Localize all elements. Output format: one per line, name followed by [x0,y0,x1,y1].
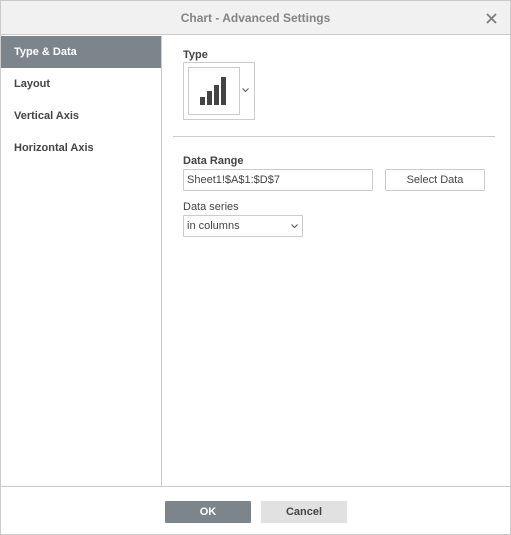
select-data-button[interactable]: Select Data [385,169,485,191]
ok-button[interactable]: OK [165,501,251,523]
dialog-titlebar: Chart - Advanced Settings [1,1,510,35]
sidebar-item-type-data[interactable]: Type & Data [1,36,161,68]
data-range-input[interactable] [183,169,373,191]
chart-type-preview [188,67,240,115]
close-icon[interactable] [481,8,501,28]
chevron-down-icon [242,88,249,93]
data-series-value: in columns [187,220,240,232]
sidebar-item-horizontal-axis[interactable]: Horizontal Axis [1,132,161,164]
data-series-label: Data series [183,201,239,213]
type-label: Type [183,49,208,61]
settings-panel: Type Data Range Select Data Data series … [163,36,510,486]
dialog-footer: OK Cancel [1,486,510,534]
sidebar-item-vertical-axis[interactable]: Vertical Axis [1,100,161,132]
data-range-label: Data Range [183,155,244,167]
chart-type-picker[interactable] [183,62,255,120]
section-divider [173,136,495,137]
settings-sidebar: Type & Data Layout Vertical Axis Horizon… [1,36,162,486]
chevron-down-icon [291,224,298,229]
advanced-settings-dialog: Chart - Advanced Settings Type & Data La… [0,0,511,535]
sidebar-item-layout[interactable]: Layout [1,68,161,100]
dialog-title: Chart - Advanced Settings [180,11,331,25]
cancel-button[interactable]: Cancel [261,501,347,523]
data-series-select[interactable]: in columns [183,215,303,237]
column-chart-icon [200,77,226,105]
